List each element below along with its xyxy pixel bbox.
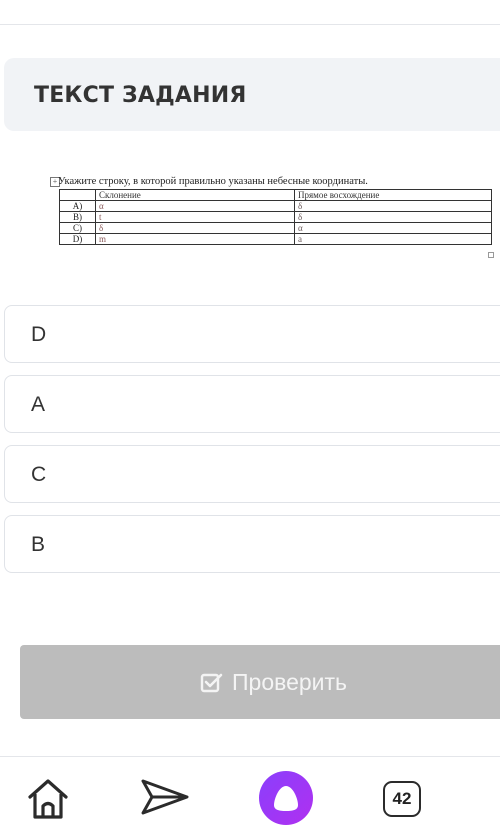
task-title: ТЕКСТ ЗАДАНИЯ <box>34 83 247 108</box>
send-icon[interactable] <box>140 777 190 822</box>
table-cell <box>59 189 96 201</box>
answer-option-d[interactable]: D <box>4 305 500 363</box>
voice-assistant-button[interactable] <box>259 771 313 825</box>
table-cell: α <box>294 222 492 234</box>
table-cell: α <box>95 200 295 212</box>
answer-option-label: C <box>31 463 47 486</box>
table-cell: δ <box>95 222 295 234</box>
column-header-right-ascension: Прямое восхождение <box>294 189 492 201</box>
column-header-declination: Склонение <box>95 189 295 201</box>
table-cell: m <box>95 233 295 245</box>
checkbox-check-icon <box>200 672 224 694</box>
check-button-label: Проверить <box>232 669 348 695</box>
answer-option-b[interactable]: B <box>4 515 500 573</box>
row-label: A) <box>59 200 96 212</box>
row-label: B) <box>59 211 96 223</box>
answer-option-label: B <box>31 533 46 556</box>
task-image: + Укажите строку, в которой правильно ук… <box>50 176 496 260</box>
table-cell: δ <box>294 200 492 212</box>
check-button[interactable]: Проверить <box>20 645 500 719</box>
table-row: B) t δ <box>59 211 492 223</box>
notifications-count-badge[interactable]: 42 <box>383 781 421 817</box>
table-row: D) m a <box>59 233 492 245</box>
assistant-icon <box>274 786 298 811</box>
top-divider <box>0 24 500 25</box>
table-resize-handle <box>488 252 494 258</box>
task-question: Укажите строку, в которой правильно указ… <box>58 176 368 187</box>
coordinates-table: Склонение Прямое восхождение A) α δ B) t… <box>59 189 492 245</box>
table-cell: t <box>95 211 295 223</box>
answer-option-label: D <box>31 323 47 346</box>
answer-option-a[interactable]: A <box>4 375 500 433</box>
table-header-row: Склонение Прямое восхождение <box>59 189 492 201</box>
table-cell: a <box>294 233 492 245</box>
row-label: D) <box>59 233 96 245</box>
answer-option-label: A <box>31 393 46 416</box>
table-row: A) α δ <box>59 200 492 212</box>
home-icon[interactable] <box>24 775 72 826</box>
bottom-navigation: 42 <box>0 757 500 825</box>
row-label: C) <box>59 222 96 234</box>
table-cell: δ <box>294 211 492 223</box>
table-row: C) δ α <box>59 222 492 234</box>
task-header-card: ТЕКСТ ЗАДАНИЯ <box>4 58 500 131</box>
answer-option-c[interactable]: C <box>4 445 500 503</box>
